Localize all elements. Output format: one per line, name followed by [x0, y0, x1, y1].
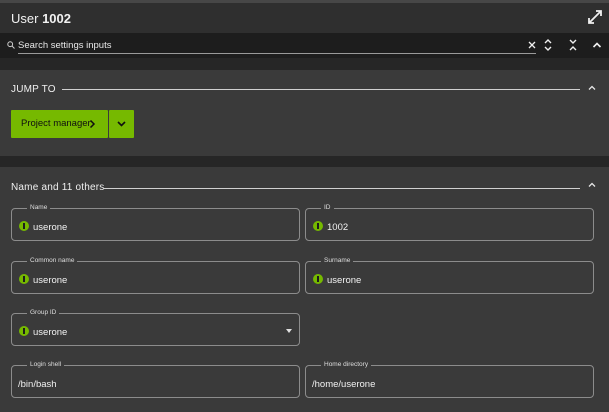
- field-label: Login shell: [27, 361, 65, 369]
- spacer: [0, 58, 609, 70]
- field-value: userone: [33, 327, 68, 338]
- spacer: [0, 156, 609, 167]
- chevron-down-icon: [117, 121, 126, 127]
- info-icon: [19, 274, 29, 284]
- chevron-right-icon: [89, 119, 96, 129]
- window-title: User 1002: [11, 11, 71, 26]
- collapse-chevron-icon[interactable]: [587, 83, 597, 93]
- search-input[interactable]: [18, 36, 536, 54]
- collapse-all-icon[interactable]: [566, 38, 580, 52]
- section-divider: [62, 89, 580, 90]
- field-value: /home/userone: [312, 379, 376, 390]
- title-prefix: User: [11, 11, 39, 26]
- name-field[interactable]: Name userone: [11, 204, 300, 241]
- login-shell-field[interactable]: Login shell /bin/bash: [11, 361, 300, 398]
- field-label: Name: [27, 204, 51, 212]
- chevron-up-down-icon[interactable]: [541, 38, 555, 52]
- title-user-id: 1002: [42, 11, 71, 26]
- chevron-up-icon[interactable]: [590, 38, 604, 52]
- field-value: userone: [33, 222, 68, 233]
- field-label: Common name: [27, 257, 78, 265]
- jump-to-dropdown-button[interactable]: [109, 110, 134, 138]
- field-label: Group ID: [27, 309, 60, 317]
- project-manager-label: Project manager: [21, 118, 91, 130]
- group-id-select[interactable]: Group ID userone: [11, 309, 300, 346]
- section-heading: Name and 11 others: [11, 182, 105, 193]
- search-icon: [7, 41, 15, 49]
- jump-to-panel: JUMP TO Project manager: [0, 70, 609, 156]
- search-bar: [0, 33, 609, 58]
- clear-icon[interactable]: [525, 38, 539, 52]
- info-icon: [19, 221, 29, 231]
- collapse-chevron-icon[interactable]: [587, 180, 597, 190]
- field-label: ID: [321, 204, 334, 212]
- field-label: Surname: [321, 257, 354, 265]
- field-label: Home directory: [321, 361, 372, 369]
- id-field[interactable]: ID 1002: [305, 204, 594, 241]
- info-icon: [313, 274, 323, 284]
- section-divider: [103, 188, 580, 189]
- common-name-field[interactable]: Common name userone: [11, 257, 300, 294]
- info-icon: [313, 221, 323, 231]
- title-bar: User 1002: [0, 0, 609, 33]
- field-value: userone: [327, 275, 362, 286]
- user-settings-panel: Name and 11 others Name userone ID 1002 …: [0, 167, 609, 412]
- expand-icon[interactable]: [587, 9, 603, 25]
- home-directory-field[interactable]: Home directory /home/userone: [305, 361, 594, 398]
- field-value: /bin/bash: [18, 379, 57, 390]
- field-value: userone: [33, 275, 68, 286]
- jump-to-heading: JUMP TO: [11, 84, 56, 95]
- info-icon: [19, 326, 29, 336]
- dropdown-caret-icon: [286, 329, 292, 333]
- surname-field[interactable]: Surname userone: [305, 257, 594, 294]
- field-value: 1002: [327, 222, 349, 233]
- project-manager-button[interactable]: Project manager: [11, 110, 108, 138]
